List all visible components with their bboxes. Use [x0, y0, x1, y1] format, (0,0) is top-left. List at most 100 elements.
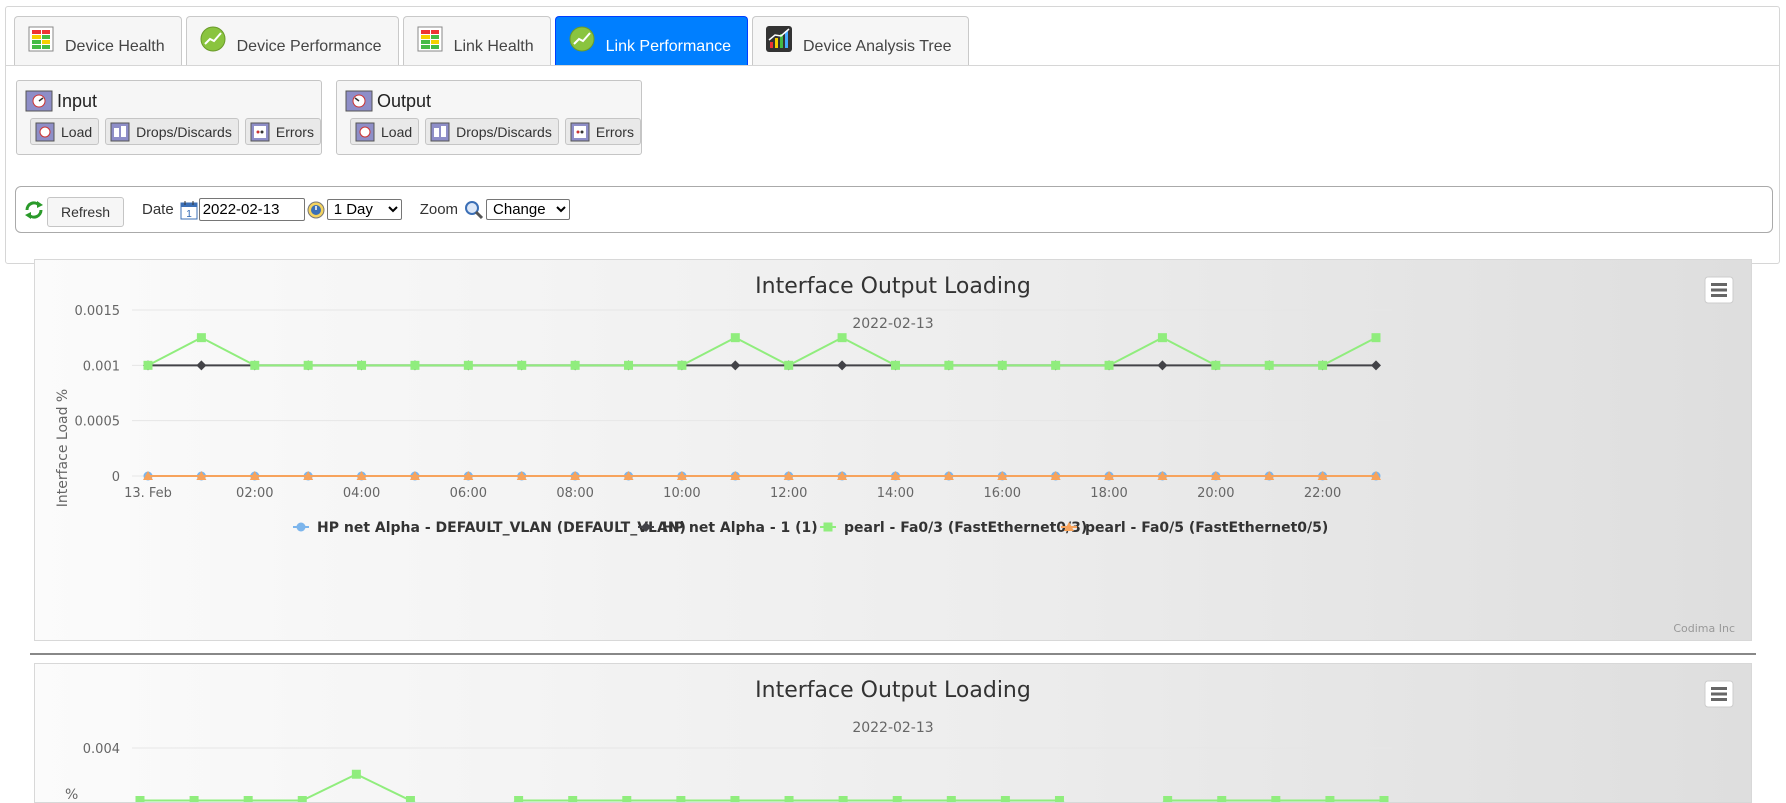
- tab-label: Device Analysis Tree: [803, 38, 952, 55]
- x-tick-label: 10:00: [663, 486, 700, 501]
- tab-label: Device Performance: [236, 38, 382, 55]
- analysis-panel: Device Health Device Performance Link He…: [5, 6, 1780, 264]
- calendar-icon[interactable]: 1: [180, 200, 198, 220]
- point-marker: [892, 796, 902, 802]
- load-icon: [35, 122, 55, 141]
- point-marker: [837, 360, 848, 371]
- output-errors-label: Errors: [595, 123, 634, 140]
- point-marker: [1157, 333, 1167, 343]
- legend-item[interactable]: HP net Alpha - 1 (1): [638, 520, 818, 536]
- tab-link-health[interactable]: Link Health: [402, 16, 551, 65]
- errors-icon: [250, 122, 270, 141]
- chart-card-2: Interface Output Loading 2022-02-13 % 0.…: [34, 663, 1752, 803]
- chart-card-1: Interface Output Loading 2022-02-13 Inte…: [34, 259, 1752, 641]
- tab-divider: [6, 65, 1779, 66]
- tab-label: Device Health: [65, 38, 165, 55]
- point-marker: [838, 796, 848, 802]
- y-axis-label-fragment: %: [65, 787, 78, 802]
- tab-device-analysis-tree[interactable]: Device Analysis Tree: [752, 16, 969, 65]
- chart-title: Interface Output Loading: [755, 274, 1031, 299]
- point-marker: [351, 769, 361, 779]
- output-drops-label: Drops/Discards: [456, 123, 552, 140]
- tab-label: Link Health: [453, 38, 534, 55]
- point-marker: [1371, 360, 1381, 371]
- point-marker: [784, 360, 794, 370]
- zoom-icon[interactable]: [464, 200, 484, 220]
- point-marker: [946, 796, 956, 802]
- point-marker: [196, 360, 207, 371]
- drops-icon: [110, 122, 130, 141]
- health-grid-icon: [417, 26, 443, 52]
- input-title: Input: [57, 90, 98, 111]
- date-label: Date: [142, 201, 174, 218]
- chart-2: Interface Output Loading 2022-02-13 % 0.…: [65, 678, 1734, 802]
- point-marker: [1051, 360, 1061, 370]
- input-group: Input Load Drops/Discards Errors: [16, 80, 322, 155]
- point-marker: [296, 522, 306, 532]
- legend-label: HP net Alpha - 1 (1): [662, 520, 818, 536]
- health-grid-icon: [28, 26, 54, 52]
- chart-title: Interface Output Loading: [755, 678, 1031, 703]
- refresh-button[interactable]: Refresh: [47, 196, 124, 227]
- input-buttons: Load Drops/Discards Errors: [30, 118, 321, 145]
- point-marker: [189, 796, 199, 802]
- menu-icon[interactable]: [1704, 680, 1734, 708]
- legend-item[interactable]: HP net Alpha - DEFAULT_VLAN (DEFAULT_VLA…: [293, 520, 686, 536]
- x-tick-label: 13. Feb: [124, 486, 172, 501]
- legend-item[interactable]: pearl - Fa0/3 (FastEthernet0/3): [820, 520, 1087, 536]
- date-input[interactable]: [198, 198, 305, 221]
- point-marker: [568, 796, 578, 802]
- point-marker: [1157, 360, 1168, 371]
- point-marker: [730, 796, 740, 802]
- legend-item[interactable]: pearl - Fa0/5 (FastEthernet0/5): [1061, 520, 1328, 536]
- x-tick-label: 14:00: [877, 486, 914, 501]
- output-drops-button[interactable]: Drops/Discards: [425, 118, 559, 145]
- output-load-icon: [345, 90, 373, 112]
- refresh-icon[interactable]: [23, 199, 45, 221]
- x-tick-label: 02:00: [236, 486, 273, 501]
- input-load-button[interactable]: Load: [30, 118, 100, 145]
- output-title: Output: [377, 90, 432, 111]
- tab-device-performance[interactable]: Device Performance: [185, 16, 399, 65]
- point-marker: [1371, 333, 1381, 343]
- output-load-label: Load: [381, 123, 413, 140]
- y-tick-label: 0.0015: [75, 304, 121, 319]
- point-marker: [730, 360, 741, 371]
- output-errors-button[interactable]: Errors: [564, 118, 641, 145]
- tab-device-health[interactable]: Device Health: [14, 16, 182, 65]
- point-marker: [1000, 796, 1010, 802]
- input-drops-button[interactable]: Drops/Discards: [105, 118, 239, 145]
- x-tick-label: 16:00: [984, 486, 1021, 501]
- point-marker: [784, 796, 794, 802]
- point-marker: [1379, 796, 1389, 802]
- chart-subtitle: 2022-02-13: [852, 720, 933, 736]
- chart-credits[interactable]: Codima Inc: [1673, 622, 1735, 635]
- menu-icon[interactable]: [1704, 276, 1734, 304]
- clock-icon[interactable]: [307, 201, 325, 219]
- output-group-title: Output: [345, 90, 431, 112]
- y-axis-label: Interface Load %: [55, 389, 71, 507]
- y-tick-label: 0.001: [83, 359, 120, 374]
- output-load-button[interactable]: Load: [350, 118, 420, 145]
- point-marker: [1211, 360, 1221, 370]
- x-tick-label: 12:00: [770, 486, 807, 501]
- point-marker: [676, 796, 686, 802]
- chart-subtitle: 2022-02-13: [852, 316, 933, 332]
- range-select[interactable]: 1 Day: [326, 199, 402, 220]
- point-marker: [730, 333, 740, 343]
- tab-link-performance[interactable]: Link Performance: [554, 16, 748, 65]
- y-tick-label: 0.0005: [75, 415, 121, 430]
- series-4: [143, 471, 1381, 480]
- legend-label: pearl - Fa0/5 (FastEthernet0/5): [1085, 520, 1328, 536]
- point-marker: [1217, 796, 1227, 802]
- input-errors-button[interactable]: Errors: [244, 118, 321, 145]
- performance-globe-icon: [569, 26, 595, 52]
- point-marker: [1318, 360, 1328, 370]
- point-marker: [463, 360, 473, 370]
- drops-icon: [430, 122, 450, 141]
- zoom-label: Zoom: [419, 201, 459, 218]
- point-marker: [890, 360, 900, 370]
- zoom-select[interactable]: Change: [486, 199, 571, 220]
- point-marker: [944, 360, 954, 370]
- point-marker: [624, 360, 634, 370]
